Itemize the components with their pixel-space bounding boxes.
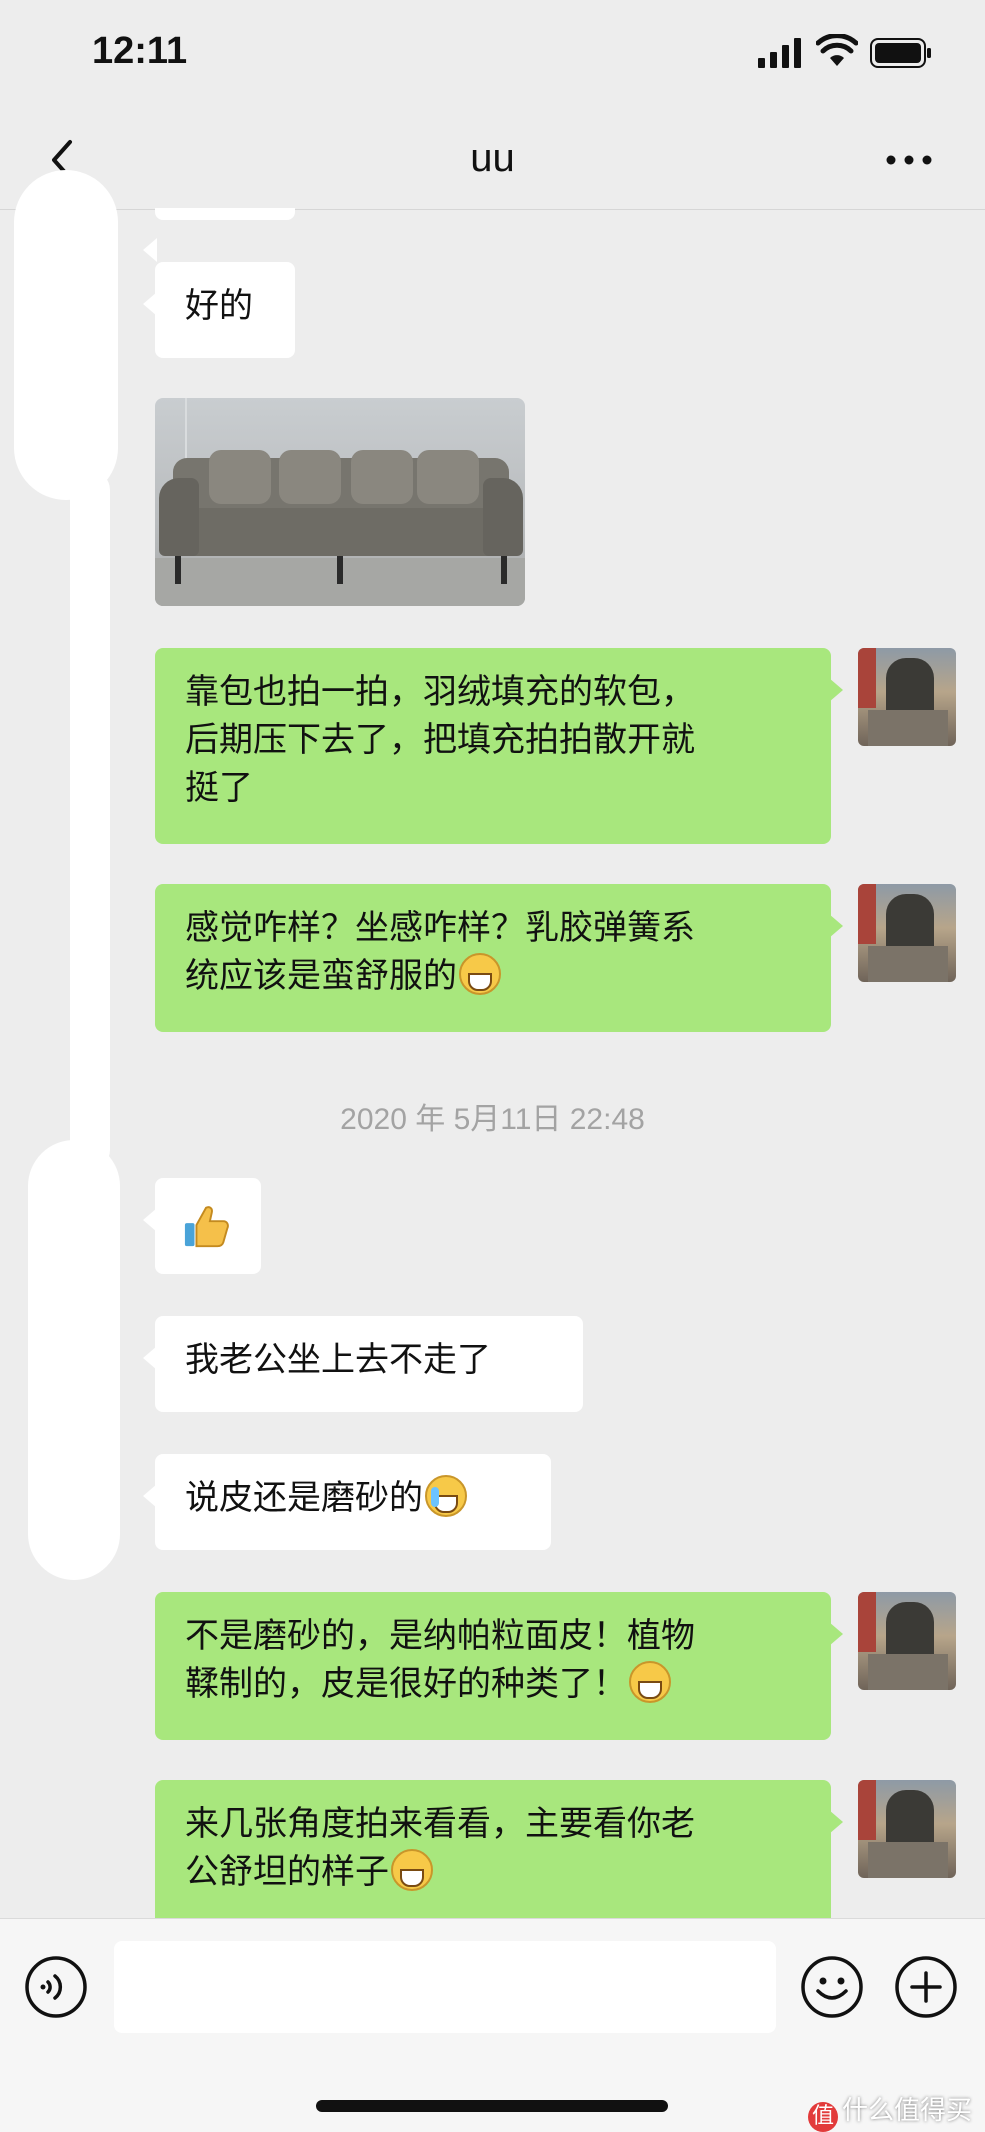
message-line: 统应该是蛮舒服的 <box>185 956 457 996</box>
message-bubble-incoming[interactable]: 我老公坐上去不走了 <box>143 1316 583 1412</box>
message-text: 好的 <box>185 286 253 326</box>
watermark-badge: 值 <box>808 2102 838 2132</box>
battery-icon <box>870 38 931 68</box>
message-line: 公舒坦的样子 <box>185 1852 389 1892</box>
watermark-text: 什么值得买 <box>842 2096 973 2126</box>
cellular-signal-icon <box>758 38 801 68</box>
message-line: 挺了 <box>185 768 253 808</box>
add-more-icon[interactable] <box>894 1955 958 2019</box>
message-line: 鞣制的，皮是很好的种类了！ <box>185 1664 627 1704</box>
chat-header: uu <box>0 110 985 210</box>
grinning-emoji-icon <box>459 953 501 995</box>
message-bubble-outgoing[interactable]: 来几张角度拍来看看，主要看你老 公舒坦的样子 <box>155 1780 843 1918</box>
message-text: 我老公坐上去不走了 <box>185 1340 491 1380</box>
status-time: 12:11 <box>92 30 188 72</box>
message-bubble-incoming[interactable]: 说皮还是磨砂的 <box>143 1454 551 1550</box>
grinning-emoji-icon <box>629 1661 671 1703</box>
emoji-picker-icon[interactable] <box>800 1955 864 2019</box>
privacy-mask <box>70 470 110 1170</box>
thumbs-up-icon <box>184 1206 229 1248</box>
message-line: 感觉咋样？坐感咋样？乳胶弹簧系 <box>185 908 695 948</box>
home-indicator[interactable] <box>316 2100 668 2112</box>
avatar[interactable] <box>858 648 956 746</box>
wifi-icon <box>816 34 858 66</box>
message-bubble-incoming[interactable] <box>143 1178 261 1274</box>
voice-input-icon[interactable] <box>24 1955 88 2019</box>
message-bubble-outgoing[interactable]: 靠包也拍一拍，羽绒填充的软包， 后期压下去了，把填充拍拍散开就 挺了 <box>155 648 843 844</box>
crying-emoji-icon <box>425 1475 467 1517</box>
message-line: 不是磨砂的，是纳帕粒面皮！植物 <box>185 1616 695 1656</box>
grinning-emoji-icon <box>391 1849 433 1891</box>
message-line: 来几张角度拍来看看，主要看你老 <box>185 1804 695 1844</box>
message-line: 后期压下去了，把填充拍拍散开就 <box>185 720 695 760</box>
message-timestamp: 2020 年 5月11日 22:48 <box>340 1103 645 1136</box>
privacy-mask <box>14 170 118 500</box>
message-bubble-outgoing[interactable]: 感觉咋样？坐感咋样？乳胶弹簧系 统应该是蛮舒服的 <box>155 884 843 1032</box>
watermark: 值什么值得买 <box>808 2090 972 2132</box>
message-bubble-outgoing[interactable]: 不是磨砂的，是纳帕粒面皮！植物 鞣制的，皮是很好的种类了！ <box>155 1592 843 1740</box>
avatar[interactable] <box>858 884 956 982</box>
message-text: 说皮还是磨砂的 <box>185 1478 423 1518</box>
status-bar: 12:11 <box>0 0 985 110</box>
message-line: 靠包也拍一拍，羽绒填充的软包， <box>185 672 695 712</box>
message-bubble-incoming[interactable]: 好的 <box>143 262 295 358</box>
more-options-icon[interactable] <box>884 150 934 170</box>
privacy-mask <box>28 1140 120 1580</box>
avatar[interactable] <box>858 1780 956 1878</box>
sofa-photo[interactable] <box>155 398 525 606</box>
message-bubble-partial[interactable] <box>143 208 295 262</box>
chat-title: uu <box>470 136 515 180</box>
message-input[interactable] <box>114 1941 776 2033</box>
avatar[interactable] <box>858 1592 956 1690</box>
